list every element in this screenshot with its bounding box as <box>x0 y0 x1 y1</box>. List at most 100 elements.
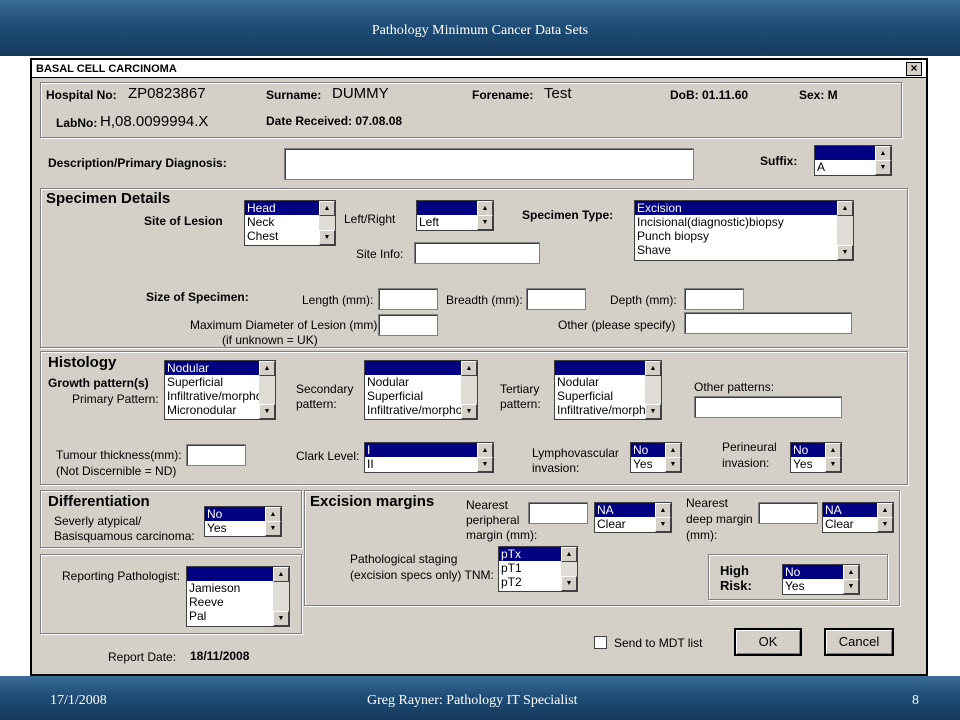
scroll-down-icon[interactable]: ▼ <box>561 576 577 591</box>
forename-value: Test <box>544 85 572 102</box>
scroll-up-icon[interactable]: ▲ <box>875 146 891 161</box>
scroll-down-icon[interactable]: ▼ <box>461 404 477 419</box>
staging-label-2: (excision specs only) TNM: <box>350 568 494 582</box>
send-to-mdt-checkbox[interactable] <box>594 636 607 649</box>
scrollbar[interactable]: ▲ ▼ <box>837 201 853 260</box>
perineural-label: Perineural <box>722 440 777 454</box>
scroll-down-icon[interactable]: ▼ <box>645 404 661 419</box>
other-patterns-input[interactable] <box>694 396 842 418</box>
scroll-up-icon[interactable]: ▲ <box>837 201 853 216</box>
scrollbar[interactable]: ▲ ▼ <box>843 565 859 594</box>
site-list[interactable]: Head Neck Chest ▲ ▼ <box>244 200 336 246</box>
scrollbar[interactable]: ▲ ▼ <box>265 507 281 536</box>
scroll-up-icon[interactable]: ▲ <box>665 443 681 458</box>
scroll-up-icon[interactable]: ▲ <box>645 361 661 376</box>
scroll-down-icon[interactable]: ▼ <box>825 457 841 472</box>
scroll-up-icon[interactable]: ▲ <box>843 565 859 580</box>
other-specify-input[interactable] <box>684 312 852 334</box>
tertiary-pattern-list[interactable]: Nodular Superficial Infiltrative/morphoe… <box>554 360 662 420</box>
scrollbar[interactable]: ▲ ▼ <box>655 503 671 532</box>
leftright-list[interactable]: Left ▲ ▼ <box>416 200 494 231</box>
scrollbar[interactable]: ▲ ▼ <box>825 443 841 472</box>
lymphovascular-list[interactable]: No Yes ▲ ▼ <box>630 442 682 473</box>
scroll-up-icon[interactable]: ▲ <box>461 361 477 376</box>
scrollbar[interactable]: ▲ ▼ <box>273 567 289 626</box>
scrollbar[interactable]: ▲ ▼ <box>875 146 891 175</box>
scroll-down-icon[interactable]: ▼ <box>477 215 493 230</box>
specimen-type-list[interactable]: Excision Incisional(diagnostic)biopsy Pu… <box>634 200 854 261</box>
perineural-list[interactable]: No Yes ▲ ▼ <box>790 442 842 473</box>
list-item[interactable]: II <box>365 457 493 471</box>
staging-label: Pathological staging <box>350 552 458 566</box>
deep-margin-input[interactable] <box>758 502 818 524</box>
differentiation-list[interactable]: No Yes ▲ ▼ <box>204 506 282 537</box>
length-input[interactable] <box>378 288 438 310</box>
scroll-up-icon[interactable]: ▲ <box>655 503 671 518</box>
scroll-up-icon[interactable]: ▲ <box>561 547 577 562</box>
scroll-down-icon[interactable]: ▼ <box>665 457 681 472</box>
lymphovascular-label: Lymphovascular <box>532 446 619 460</box>
scroll-up-icon[interactable]: ▲ <box>825 443 841 458</box>
reporting-pathologist-list[interactable]: Jamieson Reeve Pal ▲ ▼ <box>186 566 290 627</box>
site-info-input[interactable] <box>414 242 540 264</box>
scroll-down-icon[interactable]: ▼ <box>843 579 859 594</box>
scroll-down-icon[interactable]: ▼ <box>875 160 891 175</box>
scroll-up-icon[interactable]: ▲ <box>259 361 275 376</box>
list-item[interactable]: Punch biopsy <box>635 229 853 243</box>
scrollbar[interactable]: ▲ ▼ <box>477 201 493 230</box>
close-icon[interactable]: × <box>906 62 922 76</box>
cancel-button[interactable]: Cancel <box>824 628 894 656</box>
scroll-down-icon[interactable]: ▼ <box>477 457 493 472</box>
scroll-up-icon[interactable]: ▲ <box>877 503 893 518</box>
scroll-up-icon[interactable]: ▲ <box>319 201 335 216</box>
scroll-down-icon[interactable]: ▼ <box>877 517 893 532</box>
scrollbar[interactable]: ▲ ▼ <box>877 503 893 532</box>
list-item[interactable]: Incisional(diagnostic)biopsy <box>635 215 853 229</box>
deep-margin-list[interactable]: NA Clear ▲ ▼ <box>822 502 894 533</box>
scrollbar[interactable]: ▲ ▼ <box>561 547 577 591</box>
list-item[interactable]: Shave <box>635 243 853 257</box>
max-diameter-input[interactable] <box>378 314 438 336</box>
high-risk-list[interactable]: No Yes ▲ ▼ <box>782 564 860 595</box>
description-input[interactable] <box>284 148 694 180</box>
scroll-up-icon[interactable]: ▲ <box>273 567 289 582</box>
scrollbar[interactable]: ▲ ▼ <box>259 361 275 419</box>
ok-button[interactable]: OK <box>734 628 802 656</box>
tumour-thickness-input[interactable] <box>186 444 246 466</box>
list-item[interactable]: Excision <box>635 201 853 215</box>
report-date-label: Report Date: <box>108 650 177 664</box>
scroll-down-icon[interactable]: ▼ <box>259 404 275 419</box>
staging-list[interactable]: pTx pT1 pT2 ▲ ▼ <box>498 546 578 592</box>
scroll-up-icon[interactable]: ▲ <box>265 507 281 522</box>
date-received: Date Received: 07.08.08 <box>266 114 403 128</box>
clark-level-list[interactable]: I II ▲ ▼ <box>364 442 494 473</box>
max-diameter-label: Maximum Diameter of Lesion (mm): <box>190 318 381 332</box>
secondary-pattern-label: Secondary <box>296 382 354 396</box>
scrollbar[interactable]: ▲ ▼ <box>461 361 477 419</box>
scrollbar[interactable]: ▲ ▼ <box>319 201 335 245</box>
scroll-down-icon[interactable]: ▼ <box>837 245 853 260</box>
primary-pattern-list[interactable]: Nodular Superficial Infiltrative/morphoe… <box>164 360 276 420</box>
primary-pattern-label: Primary Pattern: <box>72 392 159 406</box>
scroll-down-icon[interactable]: ▼ <box>319 230 335 245</box>
scroll-down-icon[interactable]: ▼ <box>273 611 289 626</box>
suffix-list[interactable]: A ▲ ▼ <box>814 145 892 176</box>
scroll-down-icon[interactable]: ▼ <box>655 517 671 532</box>
slide-footer: 17/1/2008 Greg Rayner: Pathology IT Spec… <box>0 676 960 720</box>
depth-input[interactable] <box>684 288 744 310</box>
secondary-pattern-list[interactable]: Nodular Superficial Infiltrative/morphoe… <box>364 360 478 420</box>
scrollbar[interactable]: ▲ ▼ <box>645 361 661 419</box>
secondary-pattern-label-2: pattern: <box>296 397 337 411</box>
deep-margin-label-3: (mm): <box>686 528 718 542</box>
sex: Sex: M <box>799 88 838 102</box>
scrollbar[interactable]: ▲ ▼ <box>477 443 493 472</box>
scroll-up-icon[interactable]: ▲ <box>477 201 493 216</box>
breadth-input[interactable] <box>526 288 586 310</box>
scroll-up-icon[interactable]: ▲ <box>477 443 493 458</box>
tertiary-pattern-label: Tertiary <box>500 382 540 396</box>
peripheral-margin-input[interactable] <box>528 502 588 524</box>
list-item[interactable]: I <box>365 443 493 457</box>
peripheral-margin-list[interactable]: NA Clear ▲ ▼ <box>594 502 672 533</box>
scroll-down-icon[interactable]: ▼ <box>265 521 281 536</box>
scrollbar[interactable]: ▲ ▼ <box>665 443 681 472</box>
